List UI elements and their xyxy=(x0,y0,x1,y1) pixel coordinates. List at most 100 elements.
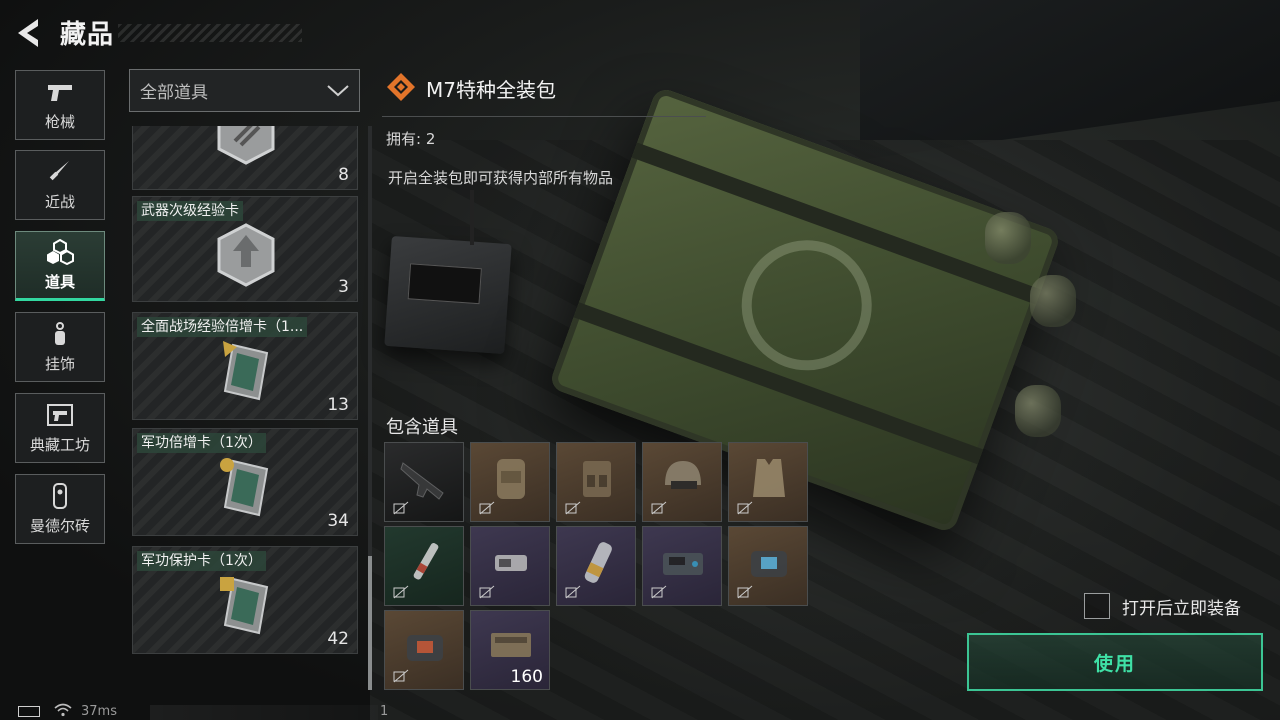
bound-lock-icon xyxy=(565,501,581,515)
item-list[interactable]: 8 武器次级经验卡 3 全面战场经验倍增卡（1... 13 军功倍增卡（1次） … xyxy=(130,126,360,690)
content-item-backpack[interactable] xyxy=(470,442,550,522)
merit-card-icon xyxy=(220,458,269,517)
back-arrow-icon xyxy=(18,19,38,47)
workshop-icon xyxy=(47,403,73,426)
charm-icon xyxy=(55,321,65,345)
background-grenade xyxy=(1030,275,1076,327)
list-item[interactable]: 军功倍增卡（1次） 34 xyxy=(132,428,358,536)
list-item[interactable]: 武器次级经验卡 3 xyxy=(132,196,358,302)
item-name: 武器次级经验卡 xyxy=(137,201,243,221)
battery-icon xyxy=(18,706,40,717)
divider xyxy=(382,116,706,117)
use-button-label: 使用 xyxy=(1093,652,1136,675)
device-icon xyxy=(663,553,703,575)
content-item-medicine-tube[interactable] xyxy=(556,526,636,606)
multiplier-card-icon xyxy=(223,341,269,401)
content-item-chest-rig[interactable] xyxy=(556,442,636,522)
content-item-body-armor[interactable] xyxy=(728,442,808,522)
bound-lock-icon xyxy=(737,501,753,515)
list-item[interactable]: 全面战场经验倍增卡（1... 13 xyxy=(132,312,358,420)
item-filter-dropdown[interactable]: 全部道具 xyxy=(129,69,360,112)
item-count: 34 xyxy=(327,511,349,531)
item-count: 3 xyxy=(338,277,349,297)
back-button[interactable] xyxy=(14,16,48,50)
content-item-rifle[interactable] xyxy=(384,442,464,522)
item-description: 开启全装包即可获得内部所有物品 xyxy=(388,169,614,187)
page-title: 藏品 xyxy=(60,20,115,50)
content-item-device[interactable] xyxy=(642,526,722,606)
chest-rig-icon xyxy=(583,461,611,497)
bound-lock-icon xyxy=(393,501,409,515)
list-item[interactable]: 8 xyxy=(132,126,358,190)
brick-icon xyxy=(53,482,67,509)
syringe-icon xyxy=(413,543,439,580)
use-button[interactable]: 使用 xyxy=(967,633,1263,691)
category-label: 道具 xyxy=(44,272,75,291)
category-label: 枪械 xyxy=(44,112,75,131)
content-quantity: 160 xyxy=(510,667,543,687)
content-item-med-bag[interactable] xyxy=(728,526,808,606)
wifi-icon xyxy=(54,703,72,717)
category-firearms[interactable]: 枪械 xyxy=(15,70,105,140)
background-radio xyxy=(384,235,512,355)
ping-readout: 37ms xyxy=(81,704,117,719)
protect-card-icon xyxy=(220,577,269,635)
ammo-pack-icon xyxy=(495,555,527,571)
body-armor-icon xyxy=(753,459,785,497)
medicine-tube-icon xyxy=(584,542,612,583)
category-label: 挂饰 xyxy=(44,354,75,373)
trauma-kit-icon xyxy=(407,635,443,661)
auto-equip-checkbox[interactable] xyxy=(1084,593,1110,619)
contents-heading: 包含道具 xyxy=(386,417,458,438)
bound-lock-icon xyxy=(651,501,667,515)
item-name: 军功保护卡（1次） xyxy=(137,551,266,571)
ammo-box-icon xyxy=(491,633,531,657)
exp-card-icon xyxy=(217,223,275,287)
category-items[interactable]: 道具 xyxy=(15,231,105,301)
bound-lock-icon xyxy=(393,585,409,599)
bound-lock-icon xyxy=(393,669,409,683)
bound-lock-icon xyxy=(479,501,495,515)
helmet-icon xyxy=(665,461,701,489)
item-count: 42 xyxy=(327,629,349,649)
auto-equip-label: 打开后立即装备 xyxy=(1122,599,1241,619)
category-workshop[interactable]: 典藏工坊 xyxy=(15,393,105,463)
filter-selected-value: 全部道具 xyxy=(140,83,208,103)
category-label: 曼德尔砖 xyxy=(29,516,90,535)
knife-icon xyxy=(49,160,69,180)
backpack-icon xyxy=(497,459,525,499)
content-item-trauma-kit[interactable] xyxy=(384,610,464,690)
status-strip xyxy=(150,705,378,720)
detail-item-name: M7特种全装包 xyxy=(426,78,556,102)
background-antenna xyxy=(470,190,474,245)
list-item[interactable]: 军功保护卡（1次） 42 xyxy=(132,546,358,654)
list-scrollbar-thumb[interactable] xyxy=(368,556,372,690)
item-name: 军功倍增卡（1次） xyxy=(137,433,266,453)
pistol-icon xyxy=(48,84,72,101)
bound-lock-icon xyxy=(565,585,581,599)
content-item-ammo-pack[interactable] xyxy=(470,526,550,606)
background-shelf xyxy=(860,0,1280,160)
exp-card-icon xyxy=(217,126,275,165)
item-name: 全面战场经验倍增卡（1... xyxy=(137,317,308,337)
category-mandel-brick[interactable]: 曼德尔砖 xyxy=(15,474,105,544)
background-grenade xyxy=(1015,385,1061,437)
owned-count: 拥有: 2 xyxy=(386,130,436,148)
category-charms[interactable]: 挂饰 xyxy=(15,312,105,382)
content-item-helmet[interactable] xyxy=(642,442,722,522)
cubes-icon xyxy=(47,238,74,265)
status-number: 1 xyxy=(380,704,389,719)
med-bag-icon xyxy=(751,551,787,577)
content-item-syringe[interactable] xyxy=(384,526,464,606)
background-grenade xyxy=(985,212,1031,264)
bound-lock-icon xyxy=(651,585,667,599)
rifle-icon xyxy=(400,462,444,500)
category-label: 典藏工坊 xyxy=(29,435,90,454)
content-item-ammo-box[interactable]: 160 xyxy=(470,610,550,690)
chevron-down-icon xyxy=(327,84,349,96)
item-count: 8 xyxy=(338,165,349,185)
category-melee[interactable]: 近战 xyxy=(15,150,105,220)
bound-lock-icon xyxy=(737,585,753,599)
bound-lock-icon xyxy=(479,585,495,599)
title-decoration xyxy=(118,24,302,42)
